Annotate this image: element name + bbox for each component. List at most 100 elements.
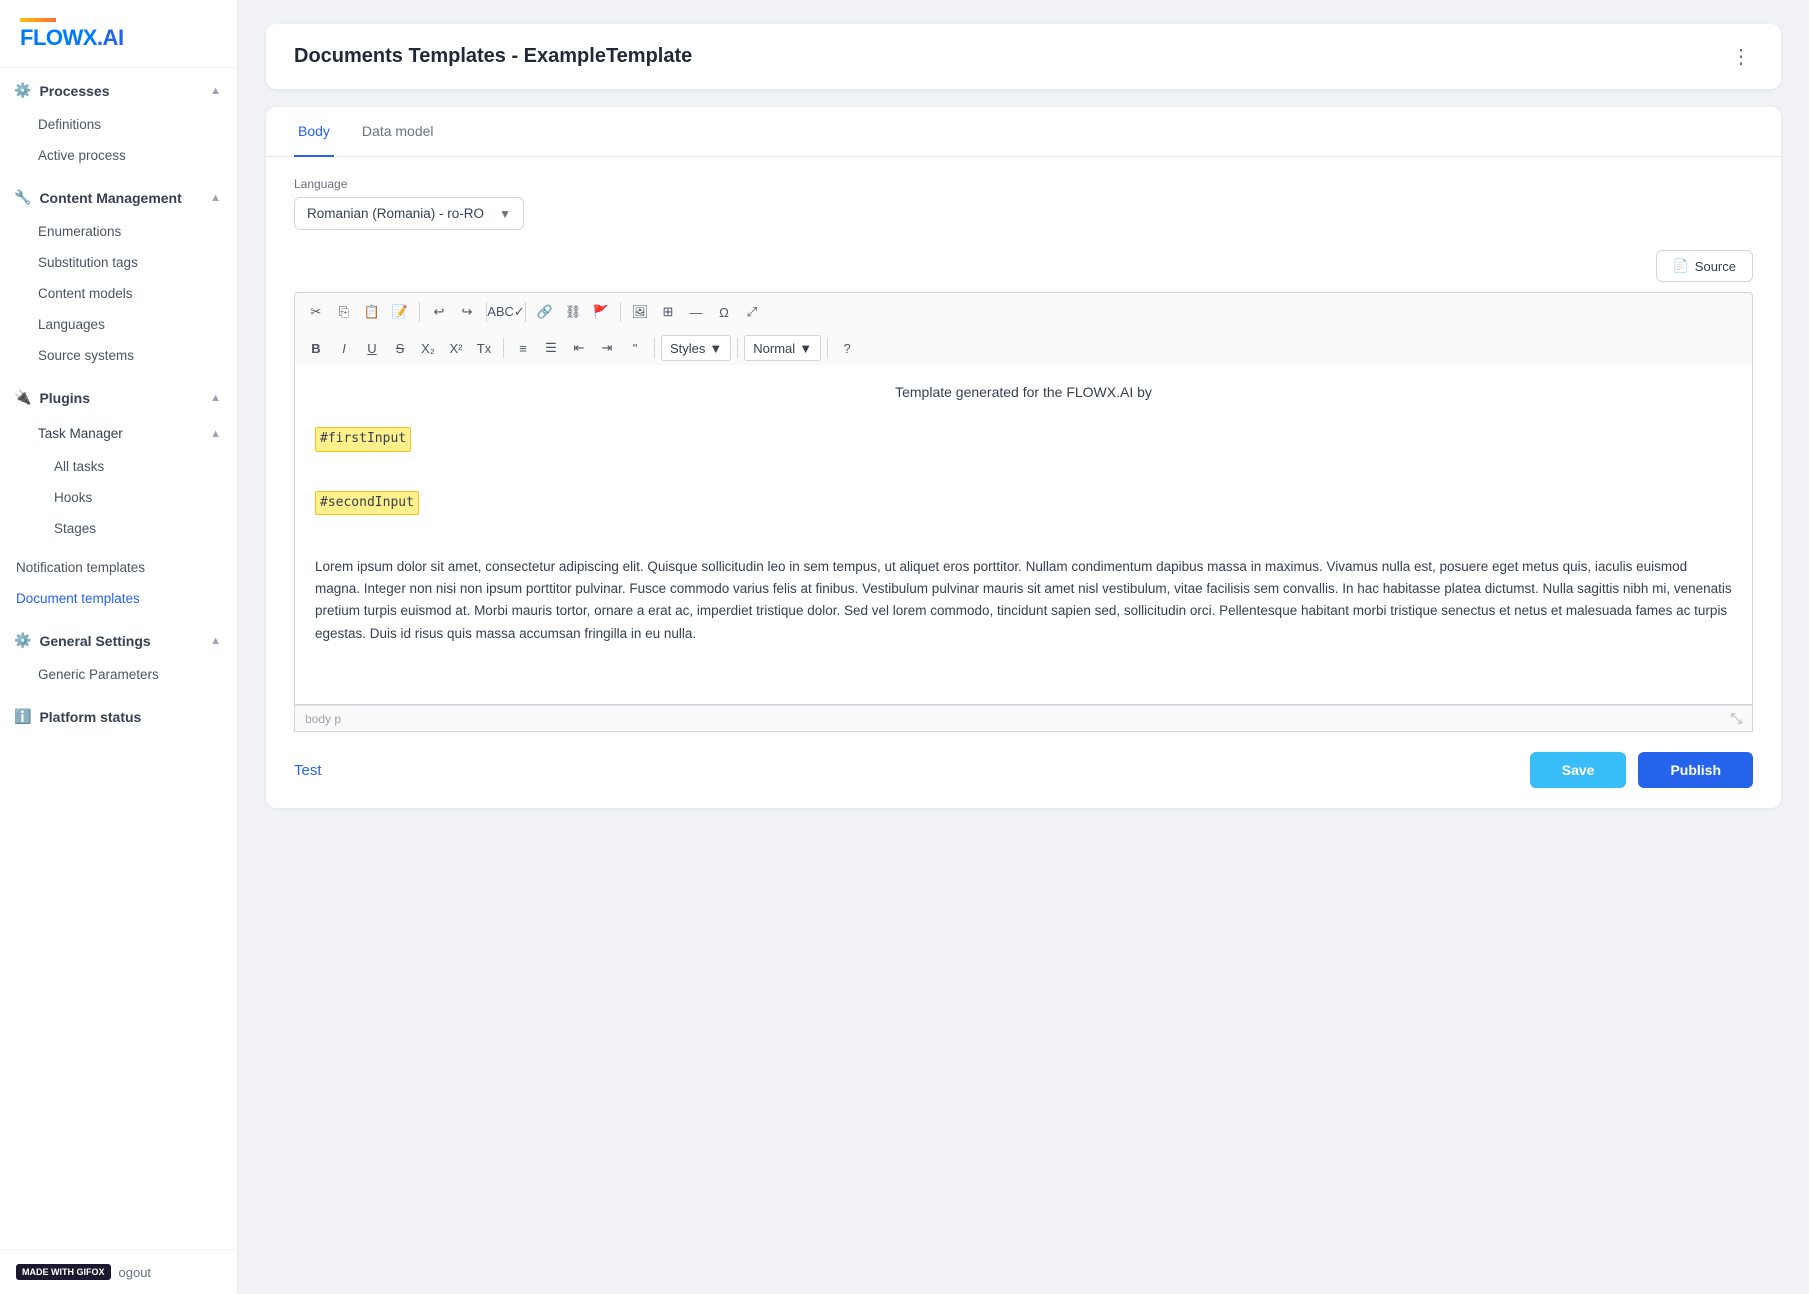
test-button[interactable]: Test <box>294 762 322 779</box>
paste-text-button[interactable]: 📝 <box>387 299 413 325</box>
styles-dropdown[interactable]: Styles ▼ <box>661 335 731 361</box>
statusbar-path: body p <box>305 712 341 726</box>
sidebar-item-enumerations[interactable]: Enumerations <box>0 216 237 247</box>
source-button[interactable]: 📄 Source <box>1656 250 1753 282</box>
bottom-actions: Test Save Publish <box>266 732 1781 808</box>
underline-button[interactable]: U <box>359 335 385 361</box>
toolbar-sep-8 <box>827 338 828 358</box>
editor-card: Body Data model Language Romanian (Roman… <box>266 107 1781 808</box>
save-publish-actions: Save Publish <box>1530 752 1753 788</box>
sidebar-item-definitions[interactable]: Definitions <box>0 109 237 140</box>
toolbar-sep-6 <box>654 338 655 358</box>
content-management-section: 🔧 Content Management ▲ Enumerations Subs… <box>0 175 237 375</box>
editor-center-text: Template generated for the FLOWX.AI by <box>315 381 1732 403</box>
task-manager-group[interactable]: Task Manager ▲ <box>0 416 237 451</box>
format-label: Normal <box>753 341 795 356</box>
logo-area: FLOWX.AI <box>0 0 237 68</box>
sidebar-item-languages[interactable]: Languages <box>0 309 237 340</box>
sidebar-item-generic-parameters[interactable]: Generic Parameters <box>0 659 237 690</box>
plugins-label: Plugins <box>39 390 90 406</box>
sidebar-item-substitution-tags[interactable]: Substitution tags <box>0 247 237 278</box>
editor-body-text: Lorem ipsum dolor sit amet, consectetur … <box>315 556 1732 645</box>
strikethrough-button[interactable]: S <box>387 335 413 361</box>
help-button[interactable]: ? <box>834 335 860 361</box>
resize-handle[interactable]: ⤡ <box>1731 710 1742 727</box>
tab-body[interactable]: Body <box>294 107 334 157</box>
plugins-icon: 🔌 <box>14 389 31 406</box>
notification-section: Notification templates Document template… <box>0 548 237 618</box>
toolbar-sep-3 <box>525 302 526 322</box>
flag-button[interactable]: 🚩 <box>588 299 614 325</box>
first-input-tag: #firstInput <box>315 427 411 452</box>
editor-content-area[interactable]: Template generated for the FLOWX.AI by #… <box>294 365 1753 705</box>
editor-toolbar-row2: B I U S X₂ X² Tx ≡ ☰ ⇤ ⇥ " Styles ▼ <box>294 331 1753 365</box>
format-dropdown-chevron: ▼ <box>799 341 812 356</box>
processes-group[interactable]: ⚙️ Processes ▲ <box>0 72 237 109</box>
unordered-list-button[interactable]: ☰ <box>538 335 564 361</box>
platform-status-group[interactable]: ℹ️ Platform status <box>0 698 237 735</box>
special-char-button[interactable]: Ω <box>711 299 737 325</box>
platform-status-icon: ℹ️ <box>14 708 31 725</box>
more-options-button[interactable]: ⋮ <box>1731 44 1753 69</box>
main-content: Documents Templates - ExampleTemplate ⋮ … <box>238 0 1809 1294</box>
logo-bar <box>20 18 56 22</box>
tab-data-model[interactable]: Data model <box>358 107 438 157</box>
remove-format-button[interactable]: Tx <box>471 335 497 361</box>
sidebar-footer: MADE WITH GIFOX ogout <box>0 1249 237 1294</box>
content-management-group[interactable]: 🔧 Content Management ▲ <box>0 179 237 216</box>
sidebar-item-content-models[interactable]: Content models <box>0 278 237 309</box>
publish-button[interactable]: Publish <box>1638 752 1753 788</box>
language-dropdown[interactable]: Romanian (Romania) - ro-RO ▼ <box>294 197 524 230</box>
sidebar-item-stages[interactable]: Stages <box>0 513 237 544</box>
editor-toolbar-row1: ✂ ⎘ 📋 📝 ↩ ↪ ABC✓ 🔗 ⛓ 🚩 🖼 ⊞ — Ω ⤢ <box>294 292 1753 331</box>
undo-button[interactable]: ↩ <box>426 299 452 325</box>
indent-decrease-button[interactable]: ⇤ <box>566 335 592 361</box>
source-btn-row: 📄 Source <box>294 250 1753 282</box>
indent-increase-button[interactable]: ⇥ <box>594 335 620 361</box>
format-dropdown[interactable]: Normal ▼ <box>744 335 821 361</box>
redo-button[interactable]: ↪ <box>454 299 480 325</box>
cut-button[interactable]: ✂ <box>303 299 329 325</box>
language-dropdown-chevron: ▼ <box>499 207 511 221</box>
source-label: Source <box>1695 259 1736 274</box>
copy-button[interactable]: ⎘ <box>331 299 357 325</box>
logout-link[interactable]: ogout <box>119 1265 152 1280</box>
superscript-button[interactable]: X² <box>443 335 469 361</box>
paste-button[interactable]: 📋 <box>359 299 385 325</box>
general-settings-chevron: ▲ <box>210 635 221 647</box>
general-settings-group[interactable]: ⚙️ General Settings ▲ <box>0 622 237 659</box>
blockquote-button[interactable]: " <box>622 335 648 361</box>
bold-button[interactable]: B <box>303 335 329 361</box>
sidebar-item-document-templates[interactable]: Document templates <box>0 583 237 614</box>
general-settings-icon: ⚙️ <box>14 632 31 649</box>
page-title: Documents Templates - ExampleTemplate <box>294 45 692 68</box>
italic-button[interactable]: I <box>331 335 357 361</box>
plugins-group[interactable]: 🔌 Plugins ▲ <box>0 379 237 416</box>
image-button[interactable]: 🖼 <box>627 299 653 325</box>
unlink-button[interactable]: ⛓ <box>560 299 586 325</box>
spellcheck-button[interactable]: ABC✓ <box>493 299 519 325</box>
sidebar-item-active-process[interactable]: Active process <box>0 140 237 171</box>
editor-statusbar: body p ⤡ <box>294 705 1753 732</box>
ordered-list-button[interactable]: ≡ <box>510 335 536 361</box>
link-button[interactable]: 🔗 <box>532 299 558 325</box>
save-button[interactable]: Save <box>1530 752 1627 788</box>
logo: FLOWX.AI <box>20 25 124 50</box>
page-header-card: Documents Templates - ExampleTemplate ⋮ <box>266 24 1781 89</box>
sidebar-item-source-systems[interactable]: Source systems <box>0 340 237 371</box>
table-button[interactable]: ⊞ <box>655 299 681 325</box>
hline-button[interactable]: — <box>683 299 709 325</box>
made-with-badge: MADE WITH GIFOX <box>16 1264 111 1280</box>
toolbar-sep-5 <box>503 338 504 358</box>
sidebar-item-all-tasks[interactable]: All tasks <box>0 451 237 482</box>
subscript-button[interactable]: X₂ <box>415 335 441 361</box>
editor-tabs: Body Data model <box>266 107 1781 157</box>
processes-label: Processes <box>39 83 109 99</box>
logo-ai: .AI <box>97 25 124 50</box>
language-value: Romanian (Romania) - ro-RO <box>307 206 484 221</box>
platform-status-section: ℹ️ Platform status <box>0 694 237 739</box>
sidebar-item-hooks[interactable]: Hooks <box>0 482 237 513</box>
toolbar-sep-4 <box>620 302 621 322</box>
sidebar-item-notification-templates[interactable]: Notification templates <box>0 552 237 583</box>
maximize-button[interactable]: ⤢ <box>739 299 765 325</box>
